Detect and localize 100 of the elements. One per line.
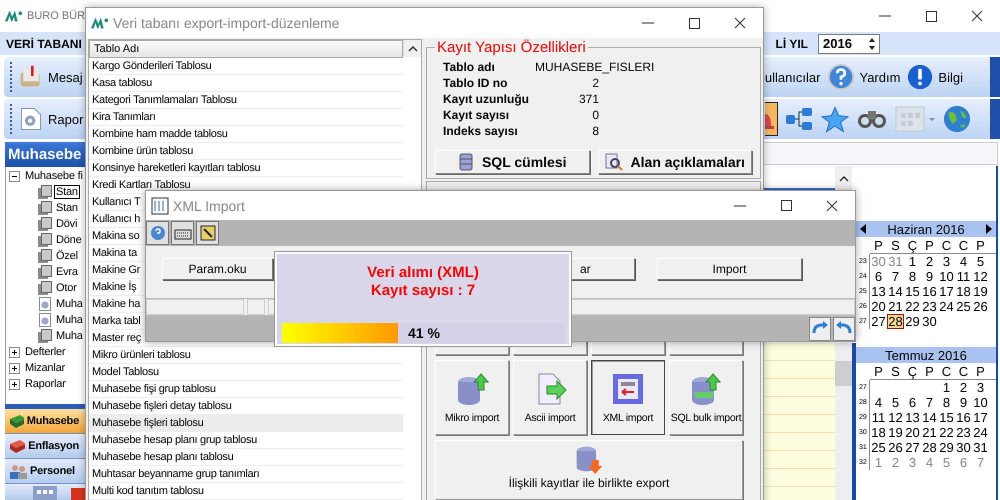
tree-item[interactable]: Stan: [54, 201, 80, 215]
calendar-day[interactable]: 4: [870, 395, 887, 410]
calendar-day[interactable]: 2: [955, 380, 972, 395]
calendar-day[interactable]: 26: [972, 299, 989, 314]
calendar-day[interactable]: 8: [904, 269, 921, 284]
calendar-day[interactable]: 1: [904, 254, 921, 269]
calendar-day[interactable]: 29: [904, 314, 921, 329]
calendar-day[interactable]: 1: [938, 380, 955, 395]
calendar-day[interactable]: 30: [921, 314, 938, 329]
import-button[interactable]: Mikro import: [435, 360, 509, 435]
calendar-day[interactable]: 16: [955, 410, 972, 425]
calendar-day[interactable]: 15: [938, 410, 955, 425]
calendar-day[interactable]: 29: [938, 440, 955, 455]
calendar-day[interactable]: 28: [921, 440, 938, 455]
nav-button[interactable]: Enflasyon: [5, 434, 85, 459]
calendar-day[interactable]: 13: [870, 284, 887, 299]
calendar-day[interactable]: 16: [921, 284, 938, 299]
list-row[interactable]: Muhtasar beyanname grup tanımları: [89, 466, 403, 483]
tree-item[interactable]: Muha: [54, 297, 85, 311]
detail-button[interactable]: SQL cümlesi: [435, 150, 590, 174]
calendar-day[interactable]: 17: [938, 284, 955, 299]
list-row[interactable]: Kombine ürün tablosu: [89, 143, 403, 160]
calendar-day[interactable]: 5: [938, 455, 955, 470]
calendar-day[interactable]: 6: [904, 395, 921, 410]
calendar-day[interactable]: 10: [972, 395, 989, 410]
calendar-day[interactable]: 12: [887, 410, 904, 425]
calendar-day[interactable]: 7: [921, 395, 938, 410]
calendar-day[interactable]: 28: [887, 314, 904, 329]
calendar-day[interactable]: 14: [887, 284, 904, 299]
action-button[interactable]: Param.oku: [162, 258, 273, 280]
calendar-day[interactable]: 11: [870, 410, 887, 425]
calendar-day[interactable]: 30: [955, 440, 972, 455]
action-button[interactable]: Import: [657, 258, 802, 280]
calendar-day[interactable]: 31: [972, 440, 989, 455]
year-field[interactable]: 2016: [818, 34, 880, 54]
calendar-day[interactable]: 3: [972, 380, 989, 395]
calendar-day[interactable]: 2: [921, 254, 938, 269]
list-row[interactable]: Model Tablosu: [89, 364, 403, 381]
calendar-day[interactable]: 1: [870, 455, 887, 470]
calendar-day[interactable]: 18: [955, 284, 972, 299]
calendar-day[interactable]: 12: [972, 269, 989, 284]
calendar-day[interactable]: 17: [972, 410, 989, 425]
users-button[interactable]: ullanıcılar: [764, 70, 820, 84]
menu-item[interactable]: VERİ TABANI: [0, 36, 82, 50]
tree-item[interactable]: Muha: [54, 313, 85, 327]
calendar-day[interactable]: 3: [904, 455, 921, 470]
tree-item[interactable]: Mizanlar: [23, 361, 67, 375]
calendar-day[interactable]: 25: [870, 440, 887, 455]
calendar-day[interactable]: 14: [921, 410, 938, 425]
calendar-day[interactable]: 22: [938, 425, 955, 440]
export-button[interactable]: İlişkili kayıtlar ile birlikte export: [435, 440, 743, 500]
calendar-day[interactable]: 18: [870, 425, 887, 440]
message-button[interactable]: Mesaj: [18, 64, 83, 90]
calendar-day[interactable]: 9: [955, 395, 972, 410]
calendar-day[interactable]: 20: [904, 425, 921, 440]
calendar-day[interactable]: 7: [887, 269, 904, 284]
calendar-day[interactable]: 27: [870, 314, 887, 329]
calendar-day[interactable]: 7: [972, 455, 989, 470]
calendar-day[interactable]: 20: [870, 299, 887, 314]
calendar-day[interactable]: 19: [887, 425, 904, 440]
calendar-day[interactable]: 21: [887, 299, 904, 314]
calendar-day[interactable]: 25: [955, 299, 972, 314]
import-button[interactable]: XML import: [591, 360, 665, 435]
nav-button[interactable]: Muhasebe: [5, 409, 85, 434]
list-row[interactable]: Muhasebe fişi grup tablosu: [89, 381, 403, 398]
import-button[interactable]: SQL bulk import: [669, 360, 743, 435]
calendar-day[interactable]: 24: [938, 299, 955, 314]
calendar-day[interactable]: 27: [904, 440, 921, 455]
import-button[interactable]: Ascii import: [513, 360, 587, 435]
tree-item[interactable]: Özel: [54, 249, 80, 263]
calendar-day[interactable]: 5: [972, 254, 989, 269]
tree-item[interactable]: Dövi: [54, 217, 80, 231]
calendar-day[interactable]: 19: [972, 284, 989, 299]
tree-item[interactable]: Döne: [54, 233, 84, 247]
tree-item[interactable]: Muha: [54, 329, 85, 343]
tree-item[interactable]: Otor: [54, 281, 79, 295]
calendar-day[interactable]: 26: [887, 440, 904, 455]
calendar-day[interactable]: 11: [955, 269, 972, 284]
calendar-day[interactable]: 23: [921, 299, 938, 314]
calendar-day[interactable]: 8: [938, 395, 955, 410]
list-row[interactable]: Muhasebe hesap planı tablosu: [89, 449, 403, 466]
tree-item[interactable]: Raporlar: [23, 377, 68, 391]
calendar-day[interactable]: 22: [904, 299, 921, 314]
list-row[interactable]: Kargo Gönderileri Tablosu: [89, 58, 403, 75]
column-header[interactable]: Tablo Adı: [89, 40, 403, 58]
calendar-day[interactable]: 9: [921, 269, 938, 284]
info-button[interactable]: Bilgi: [906, 63, 963, 91]
calendar-day[interactable]: 13: [904, 410, 921, 425]
list-row[interactable]: Konsinye hareketleri kayıtları tablosu: [89, 160, 403, 177]
detail-button[interactable]: Alan açıklamaları: [598, 150, 752, 174]
tree-item[interactable]: Muhasebe fi: [23, 169, 85, 183]
calendar-day[interactable]: 6: [955, 455, 972, 470]
report-button[interactable]: Rapor: [18, 106, 84, 132]
calendar-day[interactable]: 31: [887, 254, 904, 269]
list-row[interactable]: Kombine ham madde tablosu: [89, 126, 403, 143]
calendar-day[interactable]: 15: [904, 284, 921, 299]
calendar-day[interactable]: 23: [955, 425, 972, 440]
list-row[interactable]: Kasa tablosu: [89, 75, 403, 92]
list-row[interactable]: Muhasebe fişleri tablosu: [89, 415, 403, 432]
list-row[interactable]: Kategori Tanımlamaları Tablosu: [89, 92, 403, 109]
